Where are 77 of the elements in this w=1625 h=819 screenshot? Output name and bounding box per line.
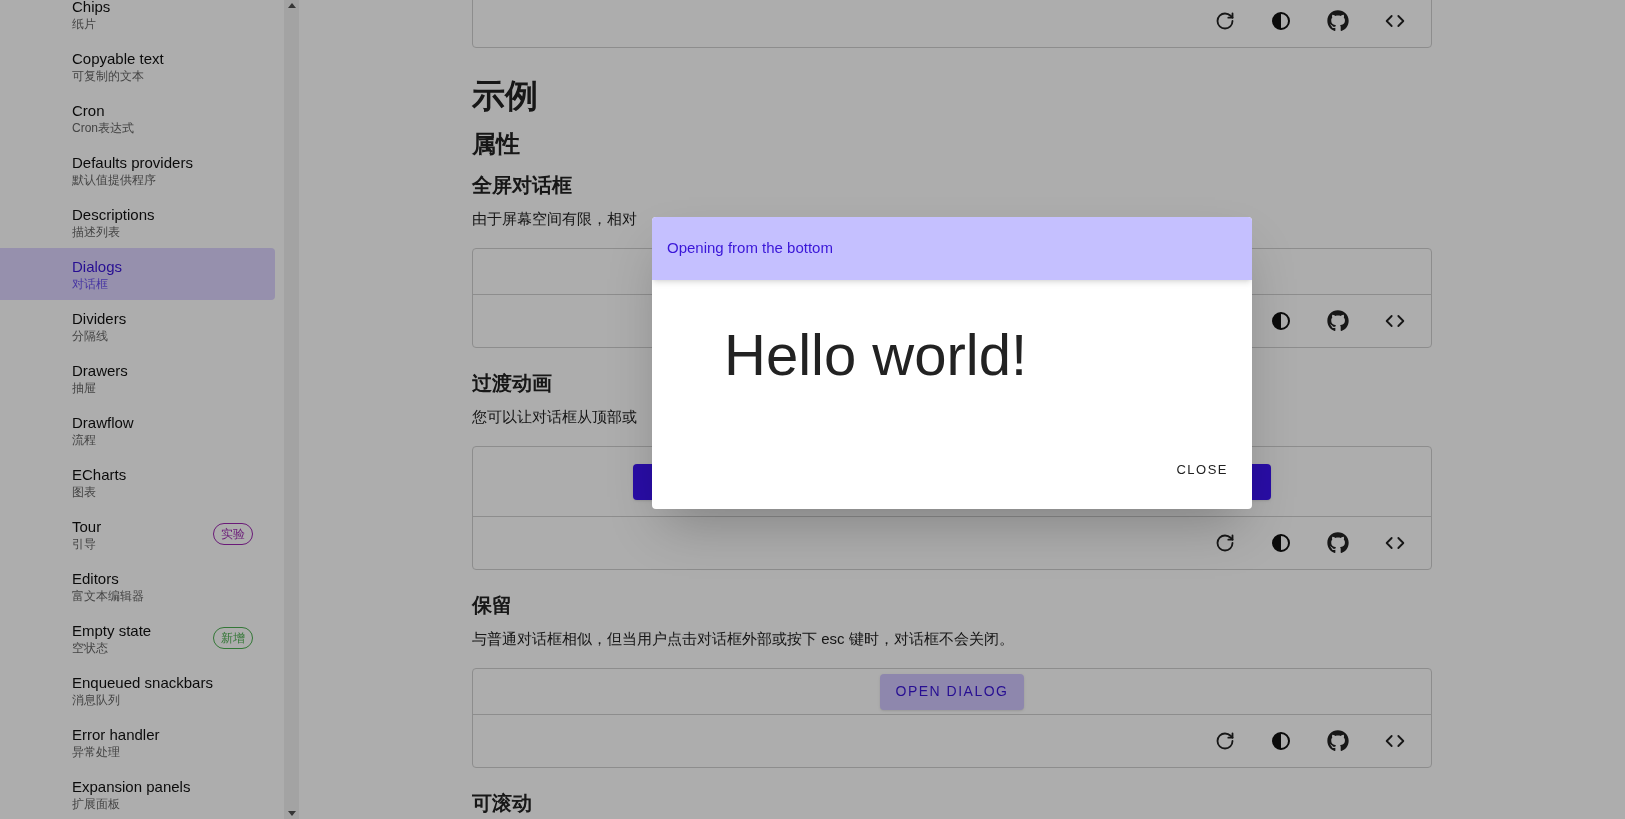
sidebar-item[interactable]: Cron Cron表达式	[0, 92, 275, 144]
item-title: Copyable text	[72, 48, 165, 68]
item-subtitle: 默认值提供程序	[72, 171, 157, 188]
item-subtitle: Cron表达式	[72, 119, 135, 136]
item-title: Dialogs	[72, 256, 124, 276]
sidebar-item[interactable]: Drawers 抽屉	[0, 352, 275, 404]
contrast-icon	[1271, 11, 1291, 31]
scroll-up-icon	[287, 3, 296, 8]
refresh-icon	[1215, 731, 1235, 751]
item-subtitle: 对话框	[72, 275, 109, 292]
sidebar-item[interactable]: ECharts 图表	[0, 456, 275, 508]
github-icon	[1327, 730, 1349, 752]
contrast-icon	[1271, 311, 1291, 331]
item-title: Descriptions	[72, 204, 156, 224]
open-dialog-button[interactable]: OPEN DIALOG	[879, 673, 1025, 710]
item-subtitle: 空状态	[72, 639, 109, 656]
sidebar-item[interactable]: Descriptions 描述列表	[0, 196, 275, 248]
item-subtitle: 流程	[72, 431, 97, 448]
contrast-icon	[1271, 533, 1291, 553]
item-title: ECharts	[72, 464, 128, 484]
item-title: Expansion panels	[72, 776, 192, 796]
item-title: Drawers	[72, 360, 129, 380]
example-title: 保留	[472, 593, 512, 618]
scroll-down-icon	[287, 811, 296, 816]
sidebar-item[interactable]: Tour 引导 实验	[0, 508, 275, 560]
badge: 实验	[213, 523, 253, 545]
sidebar-item[interactable]: Editors 富文本编辑器	[0, 560, 275, 612]
dialog-text: Hello world!	[724, 322, 1028, 388]
example-description: 与普通对话框相似，但当用户点击对话框外部或按下 esc 键时，对话框不会关闭。	[472, 629, 1014, 649]
example-description: 由于屏幕空间有限，相对	[472, 209, 637, 229]
example-description: 您可以让对话框从顶部或	[472, 407, 637, 427]
example-title: 可滚动	[472, 791, 532, 816]
contrast-icon	[1271, 731, 1291, 751]
item-title: Drawflow	[72, 412, 135, 432]
sidebar-item[interactable]: Dialogs 对话框	[0, 248, 275, 300]
sidebar-item[interactable]: Defaults providers 默认值提供程序	[0, 144, 275, 196]
item-subtitle: 消息队列	[72, 691, 121, 708]
sidebar-item[interactable]: Copyable text 可复制的文本	[0, 40, 275, 92]
item-title: Editors	[72, 568, 120, 588]
badge: 新增	[213, 627, 253, 649]
item-title: Enqueued snackbars	[72, 672, 214, 692]
refresh-icon	[1215, 533, 1235, 553]
sidebar-item[interactable]: Empty state 空状态 新增	[0, 612, 275, 664]
item-title: Empty state	[72, 620, 153, 640]
dialog-title: Opening from the bottom	[667, 238, 833, 259]
item-title: Chips	[72, 0, 112, 16]
close-button[interactable]: CLOSE	[1164, 452, 1240, 488]
item-subtitle: 抽屉	[72, 379, 97, 396]
sidebar-item[interactable]: Drawflow 流程	[0, 404, 275, 456]
item-title: Dividers	[72, 308, 128, 328]
page-heading: 示例	[472, 76, 538, 116]
github-icon	[1327, 532, 1349, 554]
item-title: Tour	[72, 516, 103, 536]
scrollbar[interactable]	[284, 0, 299, 819]
item-subtitle: 描述列表	[72, 223, 121, 240]
item-subtitle: 异常处理	[72, 743, 121, 760]
item-subtitle: 可复制的文本	[72, 67, 145, 84]
sidebar-item[interactable]: Enqueued snackbars 消息队列	[0, 664, 275, 716]
item-subtitle: 富文本编辑器	[72, 587, 145, 604]
example-title: 过渡动画	[472, 371, 552, 396]
sidebar-item[interactable]: Error handler 异常处理	[0, 716, 275, 768]
item-title: Cron	[72, 100, 106, 120]
item-title: Defaults providers	[72, 152, 194, 172]
refresh-icon	[1215, 11, 1235, 31]
sidebar-item[interactable]: Expansion panels 扩展面板	[0, 768, 275, 819]
example-title: 全屏对话框	[472, 173, 572, 198]
item-title: Error handler	[72, 724, 161, 744]
item-subtitle: 分隔线	[72, 327, 109, 344]
section-heading: 属性	[472, 129, 520, 159]
item-subtitle: 纸片	[72, 15, 97, 32]
sidebar-item[interactable]: Chips 纸片	[0, 0, 275, 40]
github-icon	[1327, 10, 1349, 32]
github-icon	[1327, 310, 1349, 332]
item-subtitle: 图表	[72, 483, 97, 500]
item-subtitle: 扩展面板	[72, 795, 121, 812]
sidebar-item[interactable]: Dividers 分隔线	[0, 300, 275, 352]
item-subtitle: 引导	[72, 535, 97, 552]
